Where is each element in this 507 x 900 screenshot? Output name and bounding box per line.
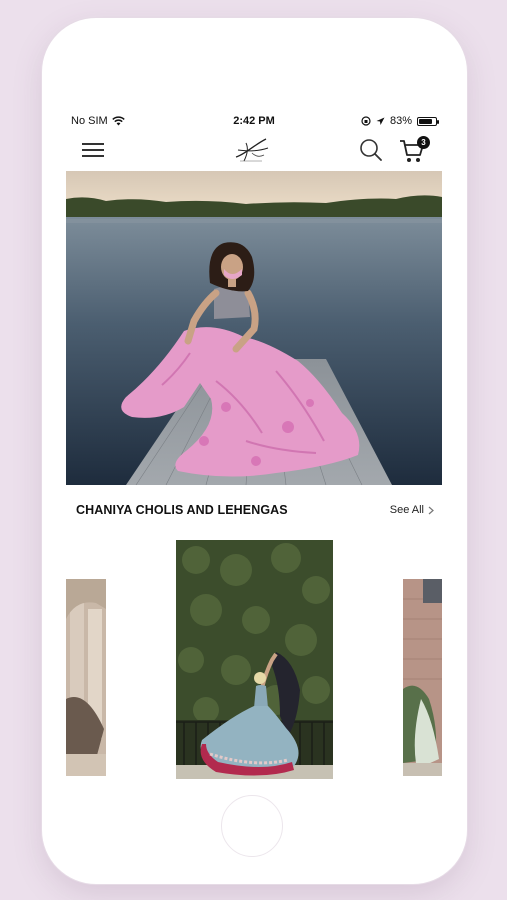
section-title: CHANIYA CHOLIS AND LEHENGAS [76, 503, 288, 517]
battery-percent: 83% [389, 115, 412, 127]
cart-button[interactable]: 3 [399, 136, 431, 164]
battery-fill [419, 118, 433, 124]
cart-count-badge: 3 [417, 136, 430, 149]
category-section-header: CHANIYA CHOLIS AND LEHENGAS See All [66, 485, 442, 535]
orientation-lock-icon [361, 116, 371, 126]
see-all-label: See All [389, 504, 424, 516]
product-image [403, 579, 442, 776]
carousel-item-right[interactable] [403, 579, 442, 776]
see-all-link[interactable]: See All [390, 504, 434, 516]
status-bar: No SIM 2:42 PM 83% [66, 111, 442, 131]
hamburger-menu-icon[interactable] [82, 139, 106, 161]
search-icon[interactable] [359, 138, 383, 162]
brand-logo[interactable] [232, 135, 272, 165]
carousel-item-left[interactable] [66, 579, 106, 776]
product-image [176, 540, 333, 779]
hero-photo [66, 171, 442, 485]
hero-banner-image[interactable] [66, 171, 442, 485]
home-button[interactable] [221, 795, 283, 857]
chevron-right-icon [428, 506, 434, 514]
product-carousel[interactable] [66, 540, 442, 779]
location-icon [376, 117, 385, 125]
top-navbar: 3 [66, 131, 442, 171]
product-image [66, 579, 106, 776]
app-screen: No SIM 2:42 PM 83% 3 CHANIYA CHOLIS AND … [66, 111, 442, 779]
battery-icon [417, 116, 439, 126]
carousel-item-center[interactable] [176, 540, 333, 779]
